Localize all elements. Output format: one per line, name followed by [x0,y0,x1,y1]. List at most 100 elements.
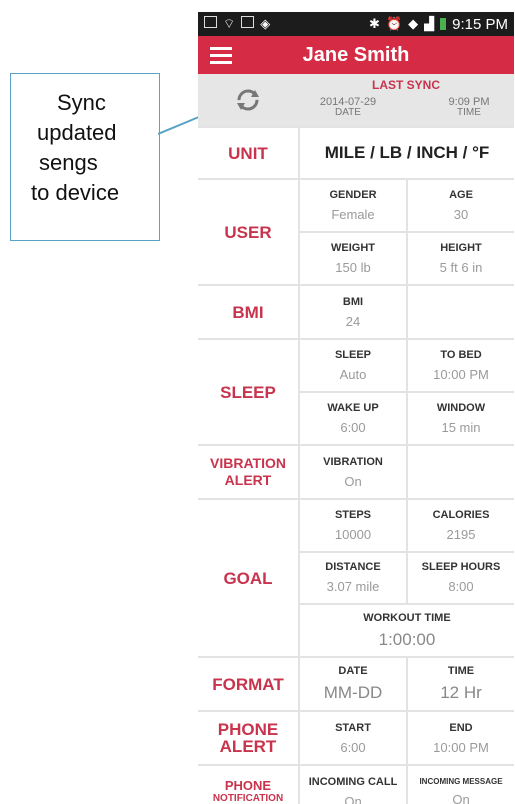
callout-line: sengs [39,150,98,175]
user-label: USER [198,180,298,284]
sync-icon [237,89,259,111]
gender-label: GENDER [329,189,377,201]
sleep-mode-label: SLEEP [334,349,372,361]
status-time: 9:15 PM [452,15,508,33]
age-value: 30 [453,207,469,222]
last-sync-time-label: TIME [457,107,481,118]
alert-end-field[interactable]: END 10:00 PM [408,712,514,764]
incoming-message-label: INCOMING MESSAGE [419,777,503,786]
wake-up-field[interactable]: WAKE UP 6:00 [300,393,406,444]
goal-section: GOAL STEPS 10000 CALORIES 2195 DISTANCE 3.0… [198,498,514,656]
email-icon [204,16,217,28]
incoming-call-label: INCOMING CALL [308,775,398,788]
alert-start-field[interactable]: START 6:00 [300,712,406,764]
incoming-call-field[interactable]: INCOMING CALL On [300,766,406,804]
bmi-value: 24 [345,313,361,329]
to-bed-field[interactable]: TO BED 10:00 PM [408,340,514,391]
vibration-field[interactable]: VIBRATION On [300,446,406,498]
status-bar: ⌔ ◈ ✱ ⏰ ◆ ▟ 9:15 PM [198,12,514,36]
hamburger-menu-icon[interactable] [210,46,232,64]
time-format-field[interactable]: TIME 12 Hr [408,658,514,710]
bmi-key: BMI [342,295,364,308]
incoming-message-value: On [452,792,470,804]
incoming-message-field[interactable]: INCOMING MESSAGE On [408,766,514,804]
window-label: WINDOW [436,402,486,414]
incoming-call-value: On [344,793,362,804]
date-format-value: MM-DD [323,683,383,702]
calories-value: 2195 [446,526,476,542]
date-format-field[interactable]: DATE MM-DD [300,658,406,710]
phone-notification-label-line: NOTIFICATION [212,793,284,804]
to-bed-value: 10:00 PM [433,367,489,382]
vibration-alert-label: VIBRATION ALERT [198,446,298,498]
bluetooth-icon: ✱ [369,16,380,31]
calories-field[interactable]: CALORIES 2195 [408,500,514,551]
time-format-label: TIME [447,665,475,677]
weight-label: WEIGHT [331,242,375,254]
alert-end-label: END [449,721,473,734]
phone-alert-label-line: ALERT [219,737,277,756]
calories-label: CALORIES [432,508,490,521]
sleep-hours-value: 8:00 [448,579,474,595]
gender-value: Female [331,207,375,222]
weight-value: 150 lb [335,260,371,275]
to-bed-label: TO BED [440,349,482,361]
app-bar: Jane Smith [198,36,514,74]
last-sync-date-label: DATE [335,107,361,118]
android-icon: ◈ [260,16,271,31]
alert-end-value: 10:00 PM [433,739,489,755]
phone-alert-section: PHONE ALERT START 6:00 END 10:00 PM [198,710,514,764]
age-field[interactable]: AGE 30 [408,180,514,231]
window-value: 15 min [441,420,481,435]
wifi-icon: ⌔ [223,16,236,31]
unit-section: UNIT MILE / LB / INCH / °F [198,126,514,178]
sleep-hours-field[interactable]: SLEEP HOURS 8:00 [408,552,514,604]
battery-icon [440,18,447,30]
bmi-label: BMI [198,286,298,338]
unit-label: UNIT [198,128,298,178]
height-label: HEIGHT [440,242,482,254]
callout-line: to device [31,180,120,205]
annotation-callout: Sync updated sengs to device [10,73,160,241]
gender-field[interactable]: GENDER Female [300,180,406,231]
phone-notification-label: PHONE NOTIFICATION [198,766,298,804]
vibration-key: VIBRATION [323,455,383,468]
goal-label: GOAL [198,500,298,656]
wake-up-label: WAKE UP [327,402,379,414]
sleep-mode-value: Auto [339,367,367,382]
wifi-signal-icon: ◆ [408,16,419,31]
workout-time-field[interactable]: WORKOUT TIME 1:00:00 [300,605,514,656]
unit-setting[interactable]: MILE / LB / INCH / °F [300,128,514,178]
vibration-label-line: ALERT [224,472,272,488]
unit-value: MILE / LB / INCH / °F [324,143,490,162]
user-section: USER GENDER Female AGE 30 WEIGHT 150 lb HEI… [198,178,514,284]
height-value: 5 ft 6 in [439,260,483,275]
distance-value: 3.07 mile [326,579,380,595]
page-title: Jane Smith [302,43,410,66]
steps-field[interactable]: STEPS 10000 [300,500,406,551]
window-field[interactable]: WINDOW 15 min [408,393,514,444]
sleep-mode-field[interactable]: SLEEP Auto [300,340,406,391]
workout-time-value: 1:00:00 [378,629,436,649]
sleep-label: SLEEP [198,340,298,444]
height-field[interactable]: HEIGHT 5 ft 6 in [408,233,514,284]
format-section: FORMAT DATE MM-DD TIME 12 Hr [198,656,514,710]
phone-screen: ⌔ ◈ ✱ ⏰ ◆ ▟ 9:15 PM Jane Smith LAST SYNC… [198,12,514,804]
weight-field[interactable]: WEIGHT 150 lb [300,233,406,284]
sync-row: LAST SYNC 2014-07-29 DATE 9:09 PM TIME [198,74,514,126]
image-icon [241,16,255,28]
wake-up-value: 6:00 [340,420,366,435]
steps-value: 10000 [334,526,372,542]
alert-start-label: START [335,721,371,734]
distance-field[interactable]: DISTANCE 3.07 mile [300,552,406,604]
vibration-value: On [344,473,362,489]
sleep-hours-label: SLEEP HOURS [421,561,501,574]
format-label: FORMAT [198,658,298,710]
sync-button[interactable] [198,74,298,126]
vibration-section: VIBRATION ALERT VIBRATION On [198,444,514,498]
phone-alert-label: PHONE ALERT [198,712,298,764]
sleep-section: SLEEP SLEEP Auto TO BED 10:00 PM WAKE UP 6:… [198,338,514,444]
callout-line: Sync [57,90,106,115]
phone-notification-section: PHONE NOTIFICATION INCOMING CALL On INCOM… [198,764,514,804]
alert-start-value: 6:00 [340,739,366,755]
